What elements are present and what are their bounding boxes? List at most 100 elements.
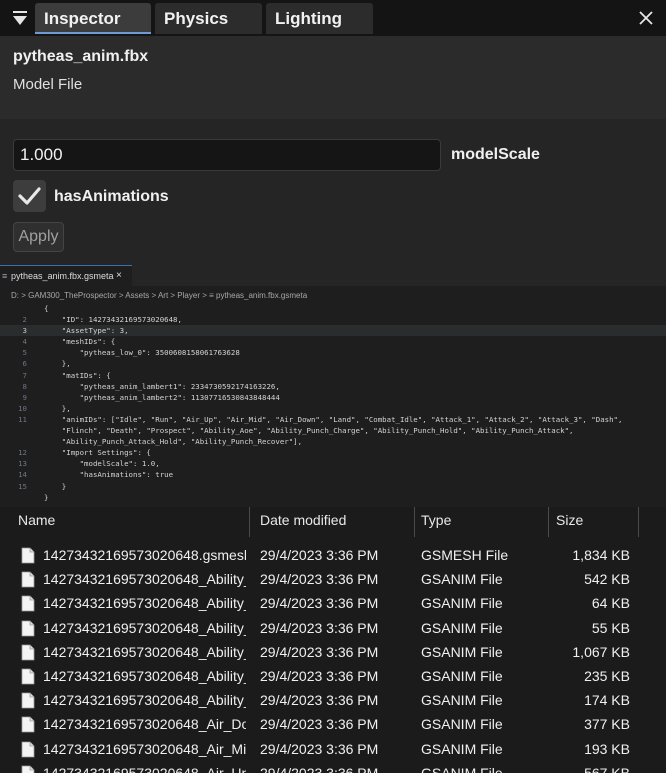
file-name: 14273432169573020648_Air_Do... <box>43 716 246 733</box>
file-date: 29/4/2023 3:36 PM <box>260 547 379 563</box>
code-line[interactable]: 10 }, <box>0 403 666 414</box>
code-line[interactable]: 13 "modelScale": 1.0, <box>0 458 666 469</box>
code-line-text: } <box>44 481 67 491</box>
file-size: 55 KB <box>591 619 630 636</box>
inspector-panel: Inspector Physics Lighting pytheas_anim.… <box>0 0 666 265</box>
file-row[interactable]: 14273432169573020648_Ability_... 29/4/202… <box>0 617 666 641</box>
file-row[interactable]: 14273432169573020648_Air_Do... 29/4/2023 … <box>0 713 666 737</box>
line-number: 9 <box>22 392 27 402</box>
editor-tab-strip <box>132 265 666 286</box>
file-type: GSANIM File <box>421 619 503 636</box>
file-type: GSANIM File <box>421 571 503 588</box>
file-name: 14273432169573020648.gsmesh <box>43 547 246 563</box>
breadcrumb-file: pytheas_anim.fbx.gsmeta <box>216 291 308 300</box>
code-line[interactable]: 8 "pytheas_anim_lambert1": 2334730592174… <box>0 381 666 392</box>
file-type: GSANIM File <box>421 716 503 733</box>
file-icon <box>21 765 35 773</box>
file-icon <box>21 571 35 588</box>
code-line-text: "pytheas_low_0": 3500608158061763628 <box>44 348 240 358</box>
code-line[interactable]: 15 } <box>0 481 666 492</box>
editor-tab-label: pytheas_anim.fbx.gsmeta <box>11 271 114 281</box>
model-scale-label: modelScale <box>451 146 540 163</box>
close-tab-icon[interactable]: × <box>116 266 122 286</box>
tab-physics[interactable]: Physics <box>155 3 262 34</box>
tab-inspector[interactable]: Inspector <box>35 3 151 34</box>
code-line-text: "Ability_Punch_Attack_Hold", "Ability_Pu… <box>44 437 303 447</box>
code-line[interactable]: 5 "pytheas_low_0": 3500608158061763628 <box>0 347 666 358</box>
file-type: GSANIM File <box>421 643 503 660</box>
file-icon <box>21 692 35 709</box>
file-row[interactable]: 14273432169573020648_Air_Up... 29/4/2023 … <box>0 762 666 773</box>
file-size: 64 KB <box>591 595 630 612</box>
column-separator[interactable] <box>548 507 549 537</box>
code-line[interactable]: 6 }, <box>0 358 666 369</box>
column-header-size[interactable]: Size <box>556 507 583 537</box>
code-editor: ≡ pytheas_anim.fbx.gsmeta × D: > GAM300_… <box>0 265 666 507</box>
checkmark-icon <box>18 187 41 205</box>
code-line-text: "animIDs": ["Idle", "Run", "Air_Up", "Ai… <box>44 414 623 424</box>
file-name: 14273432169573020648_Ability_... <box>43 668 246 684</box>
file-type: GSMESH File <box>421 547 509 563</box>
file-icon <box>21 595 35 612</box>
column-header-date[interactable]: Date modified <box>260 507 346 537</box>
code-line[interactable]: 12 "Import Settings": { <box>0 447 666 458</box>
column-header-name[interactable]: Name <box>18 507 55 537</box>
file-icon <box>21 644 35 661</box>
code-line[interactable]: 9 "pytheas_anim_lambert2": 1130771653084… <box>0 392 666 403</box>
code-line[interactable]: 14 "hasAnimations": true <box>0 469 666 480</box>
code-line[interactable]: 3 "AssetType": 3, <box>0 325 666 337</box>
apply-button[interactable]: Apply <box>13 222 64 252</box>
line-number: 15 <box>18 481 27 491</box>
file-row[interactable]: 14273432169573020648_Ability_... 29/4/202… <box>0 568 666 592</box>
has-animations-checkbox[interactable] <box>13 180 46 212</box>
tab-lighting[interactable]: Lighting <box>266 3 373 34</box>
code-line[interactable]: "Flinch", "Death", "Prospect", "Ability_… <box>0 425 666 436</box>
code-line[interactable]: 7 "matIDs": { <box>0 370 666 381</box>
file-size: 235 KB <box>584 668 630 684</box>
code-line[interactable]: 2 "ID": 14273432169573020648, <box>0 314 666 325</box>
file-type: GSANIM File <box>421 668 503 684</box>
code-line-text: } <box>44 492 49 502</box>
code-content[interactable]: {2 "ID": 14273432169573020648, 3 "AssetTy… <box>0 303 666 503</box>
column-separator[interactable] <box>638 507 639 537</box>
code-line[interactable]: "Ability_Punch_Attack_Hold", "Ability_Pu… <box>0 436 666 447</box>
file-row[interactable]: 14273432169573020648_Ability_... 29/4/202… <box>0 592 666 616</box>
file-date: 29/4/2023 3:36 PM <box>260 740 379 757</box>
asset-header: pytheas_anim.fbx Model File <box>0 36 666 119</box>
file-size: 174 KB <box>584 692 630 709</box>
file-row[interactable]: 14273432169573020648_Air_Mid... 29/4/2023… <box>0 738 666 762</box>
file-icon <box>21 741 35 758</box>
tab-lighting-label: Lighting <box>275 9 343 28</box>
inspector-tab-bar: Inspector Physics Lighting <box>0 0 666 36</box>
editor-tab[interactable]: ≡ pytheas_anim.fbx.gsmeta × <box>0 265 132 286</box>
file-icon <box>21 716 35 733</box>
file-row[interactable]: 14273432169573020648_Ability_... 29/4/202… <box>0 665 666 689</box>
code-line[interactable]: } <box>0 492 666 503</box>
close-icon[interactable] <box>636 8 656 28</box>
file-date: 29/4/2023 3:36 PM <box>260 571 379 588</box>
file-row[interactable]: 14273432169573020648_Ability_... 29/4/202… <box>0 641 666 665</box>
code-line[interactable]: 4 "meshIDs": { <box>0 336 666 347</box>
file-row[interactable]: 14273432169573020648.gsmesh 29/4/2023 3:3… <box>0 544 666 568</box>
code-line-text: "Flinch", "Death", "Prospect", "Ability_… <box>44 426 574 436</box>
line-number: 3 <box>22 326 27 336</box>
line-number: 4 <box>22 337 27 347</box>
file-type: GSANIM File <box>421 764 503 773</box>
file-name: 14273432169573020648_Air_Mid... <box>43 740 246 757</box>
code-line-text: }, <box>44 359 71 369</box>
code-line[interactable]: 11 "animIDs": ["Idle", "Run", "Air_Up", … <box>0 414 666 425</box>
column-header-type[interactable]: Type <box>421 507 451 537</box>
menu-dropdown-icon[interactable] <box>6 6 34 32</box>
code-line-text: "meshIDs": { <box>44 337 116 347</box>
column-separator[interactable] <box>414 507 415 537</box>
file-row[interactable]: 14273432169573020648_Ability_... 29/4/202… <box>0 689 666 713</box>
model-scale-input[interactable]: 1.000 <box>13 139 441 171</box>
file-icon <box>21 620 35 637</box>
breadcrumb[interactable]: D: > GAM300_TheProspector > Assets > Art… <box>11 291 307 300</box>
column-separator[interactable] <box>249 507 250 537</box>
code-line-text: "pytheas_anim_lambert2": 113077165308438… <box>44 392 280 402</box>
code-line-text: "matIDs": { <box>44 370 111 380</box>
line-number: 10 <box>18 403 27 413</box>
code-line[interactable]: { <box>0 303 666 314</box>
file-date: 29/4/2023 3:36 PM <box>260 668 379 684</box>
